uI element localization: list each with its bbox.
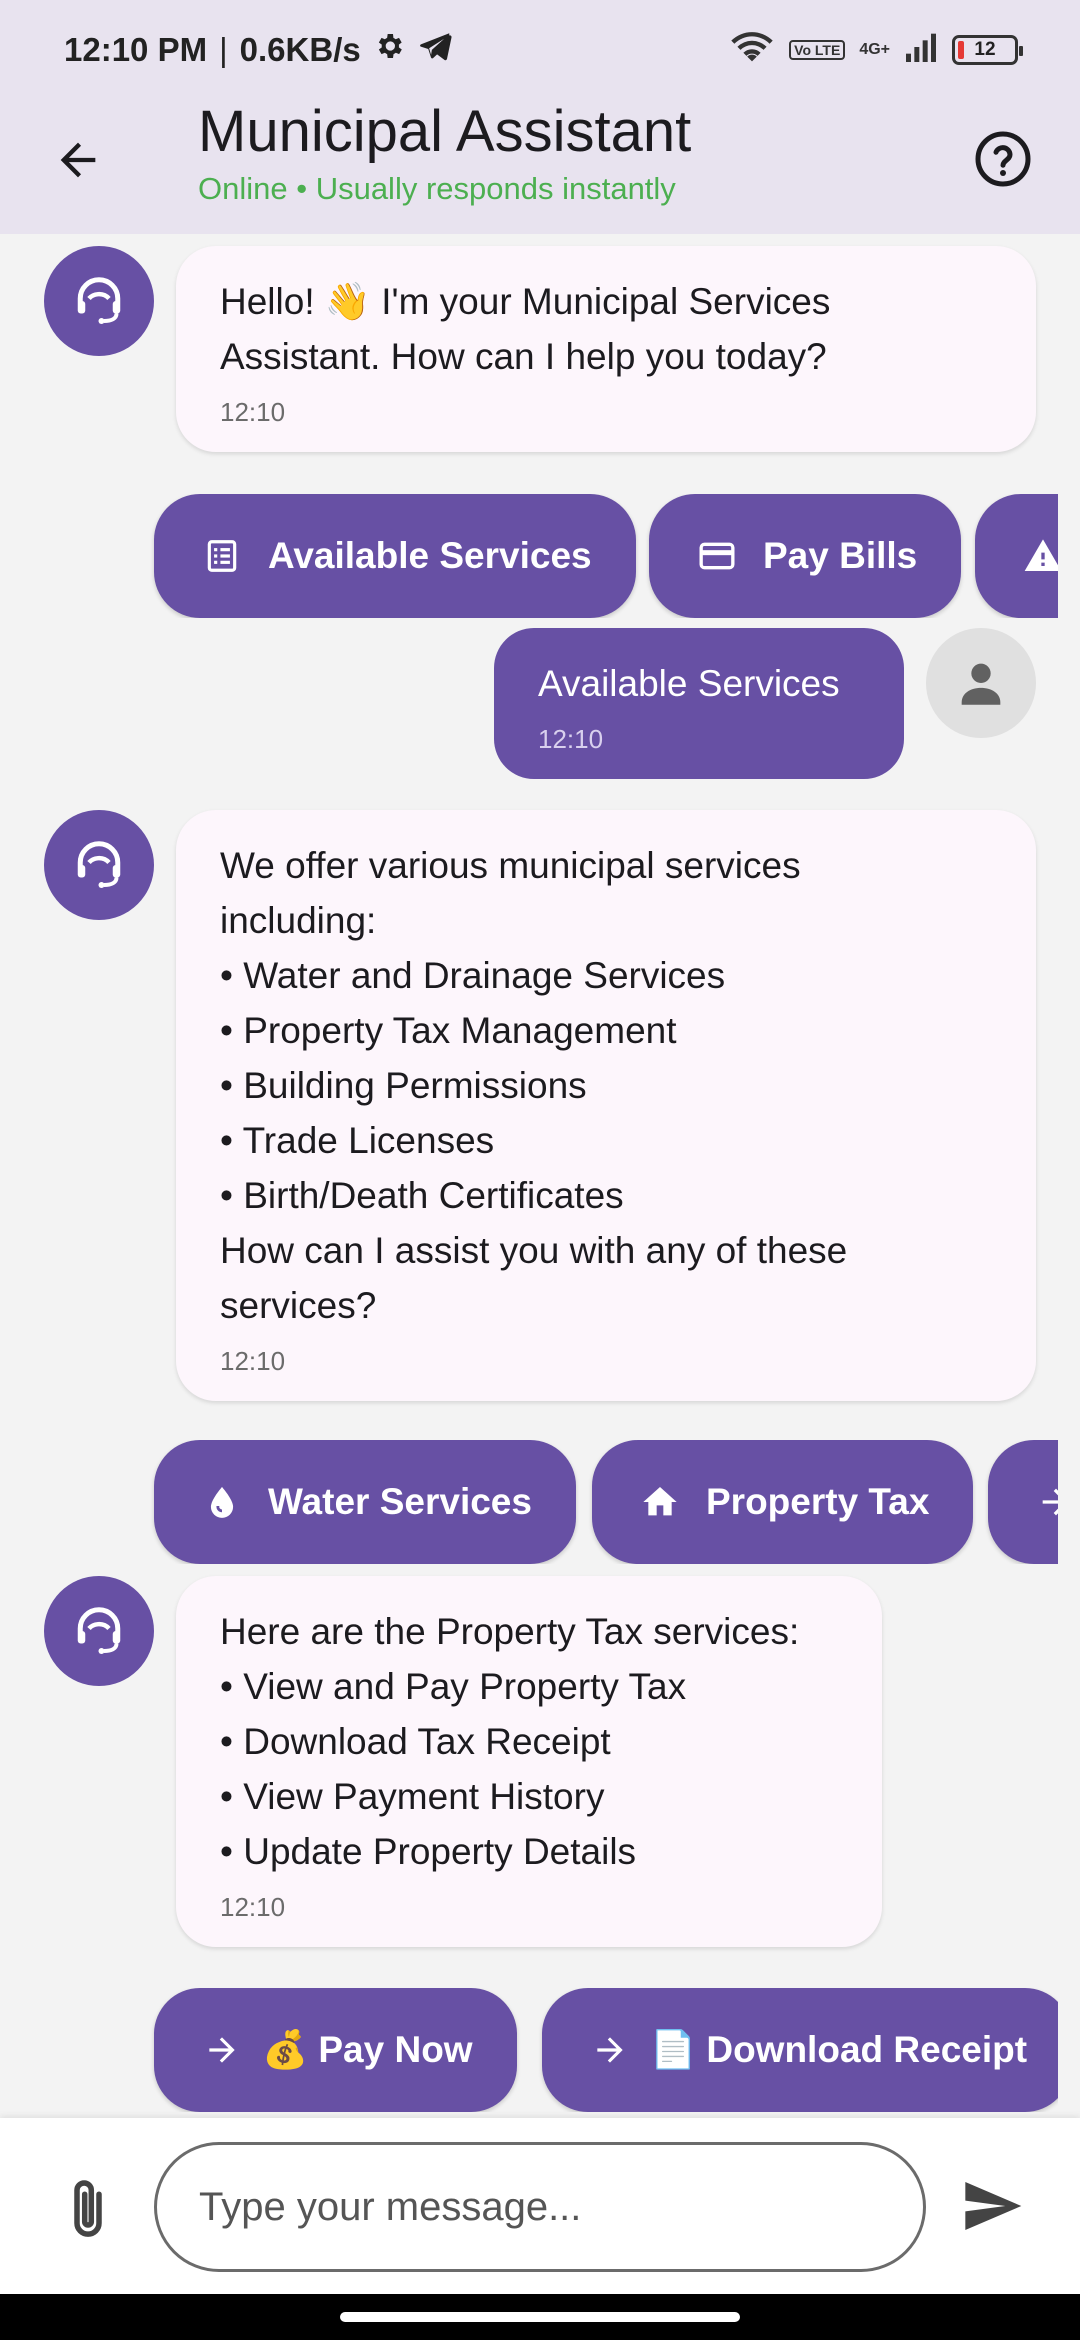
arrow-right-icon	[202, 2030, 242, 2070]
message-text-line: • Building Permissions	[220, 1065, 587, 1106]
status-left: 12:10 PM | 0.6KB/s	[64, 28, 453, 72]
send-icon	[965, 2182, 1022, 2230]
status-speed: 0.6KB/s	[239, 31, 361, 68]
chip-label: Pay Bills	[763, 535, 918, 576]
money-bag-emoji: 💰	[262, 2028, 309, 2071]
help-circle-icon	[975, 131, 1031, 187]
message-input[interactable]	[154, 2142, 926, 2272]
chip-pay-now[interactable]: 💰 Pay Now	[154, 1988, 517, 2112]
telegram-icon	[417, 28, 453, 72]
home-indicator[interactable]	[340, 2312, 740, 2322]
message-time: 12:10	[220, 397, 286, 427]
quick-reply-row: Available Services Pay Bills	[0, 494, 1058, 618]
app-bar: Municipal Assistant Online • Usually res…	[0, 100, 1080, 234]
home-icon	[640, 1482, 680, 1522]
signal-icon	[904, 32, 938, 68]
chip-more[interactable]	[988, 1440, 1058, 1564]
chip-report-issue[interactable]	[975, 494, 1058, 618]
message-text-line: • Download Tax Receipt	[220, 1721, 611, 1762]
attach-button[interactable]	[56, 2170, 120, 2246]
user-message-bubble: Available Services 12:10	[494, 628, 904, 779]
chip-label: Water Services	[268, 1481, 532, 1522]
bot-avatar	[44, 1576, 154, 1686]
message-text-line: Hello! 👋 I'm your Municipal Services	[220, 281, 831, 322]
message-text-line: • Water and Drainage Services	[220, 955, 726, 996]
chip-label: Property Tax	[706, 1481, 930, 1522]
message-text-line: including:	[220, 900, 377, 941]
message-text-line: services?	[220, 1285, 377, 1326]
wifi-icon	[729, 29, 775, 71]
bot-message-bubble: We offer various municipal services incl…	[176, 810, 1036, 1401]
status-separator: |	[219, 31, 228, 68]
status-time: 12:10 PM	[64, 31, 208, 68]
bot-message-bubble: Hello! 👋 I'm your Municipal Services Ass…	[176, 246, 1036, 452]
message-text-line: • Trade Licenses	[220, 1120, 495, 1161]
person-icon	[961, 663, 1001, 705]
online-status: Online • Usually responds instantly	[198, 171, 676, 206]
support-agent-icon	[77, 841, 121, 888]
quick-reply-row: Water Services Property Tax	[0, 1440, 1058, 1564]
bot-avatar	[44, 810, 154, 920]
back-button[interactable]	[48, 130, 108, 190]
bot-avatar	[44, 246, 154, 356]
chip-download-receipt[interactable]: 📄 Download Receipt	[542, 1988, 1058, 2112]
message-text-line: • Birth/Death Certificates	[220, 1175, 624, 1216]
message-text-line: How can I assist you with any of these	[220, 1230, 848, 1271]
message-text-line: • View and Pay Property Tax	[220, 1666, 687, 1707]
message-time: 12:10	[220, 1346, 286, 1376]
warning-icon	[1023, 536, 1058, 576]
chip-available-services[interactable]: Available Services	[154, 494, 636, 618]
status-right: Vo LTE 4G+ 12	[729, 29, 1023, 71]
volte-badge: Vo LTE	[789, 40, 846, 60]
battery-icon: 12	[952, 35, 1023, 65]
document-emoji: 📄	[650, 2028, 697, 2071]
message-text-line: • Update Property Details	[220, 1831, 637, 1872]
water-drop-icon	[202, 1482, 242, 1522]
user-avatar	[926, 628, 1036, 738]
chip-label: Available Services	[268, 535, 592, 576]
chip-label: Download Receipt	[706, 2029, 1028, 2070]
chip-pay-bills[interactable]: Pay Bills	[649, 494, 962, 618]
message-text-line: • View Payment History	[220, 1776, 605, 1817]
help-button[interactable]	[970, 126, 1036, 192]
message-composer	[0, 2118, 1080, 2294]
chat-messages[interactable]: Hello! 👋 I'm your Municipal Services Ass…	[0, 234, 1080, 2118]
message-text-line: We offer various municipal services	[220, 845, 801, 886]
system-nav-bar	[0, 2294, 1080, 2340]
support-agent-icon	[77, 1607, 121, 1654]
chip-property-tax[interactable]: Property Tax	[592, 1440, 974, 1564]
page-title: Municipal Assistant	[198, 99, 692, 164]
arrow-back-icon	[60, 142, 96, 178]
message-text-line: Here are the Property Tax services:	[220, 1611, 800, 1652]
chip-label: Pay Now	[318, 2029, 473, 2070]
bot-message-bubble: Here are the Property Tax services: • Vi…	[176, 1576, 882, 1947]
arrow-right-icon	[1036, 1482, 1058, 1522]
message-text-line: • Property Tax Management	[220, 1010, 677, 1051]
send-button[interactable]	[956, 2170, 1028, 2242]
chip-water-services[interactable]: Water Services	[154, 1440, 576, 1564]
arrow-right-icon	[590, 2030, 630, 2070]
quick-reply-row: 💰 Pay Now 📄 Download Receipt	[0, 1988, 1058, 2112]
status-bar: 12:10 PM | 0.6KB/s Vo LTE 4G+ 12	[0, 0, 1080, 100]
list-icon	[202, 536, 242, 576]
credit-card-icon	[697, 536, 737, 576]
network-label: 4G+	[859, 41, 890, 58]
message-text-line: Assistant. How can I help you today?	[220, 336, 827, 377]
settings-gear-icon	[373, 30, 405, 70]
paperclip-icon	[74, 2180, 102, 2237]
title-block: Municipal Assistant Online • Usually res…	[198, 100, 691, 208]
message-text-line: Available Services	[538, 663, 840, 704]
support-agent-icon	[77, 277, 121, 324]
message-time: 12:10	[220, 1892, 286, 1922]
battery-level: 12	[974, 39, 996, 60]
message-time: 12:10	[538, 724, 604, 754]
